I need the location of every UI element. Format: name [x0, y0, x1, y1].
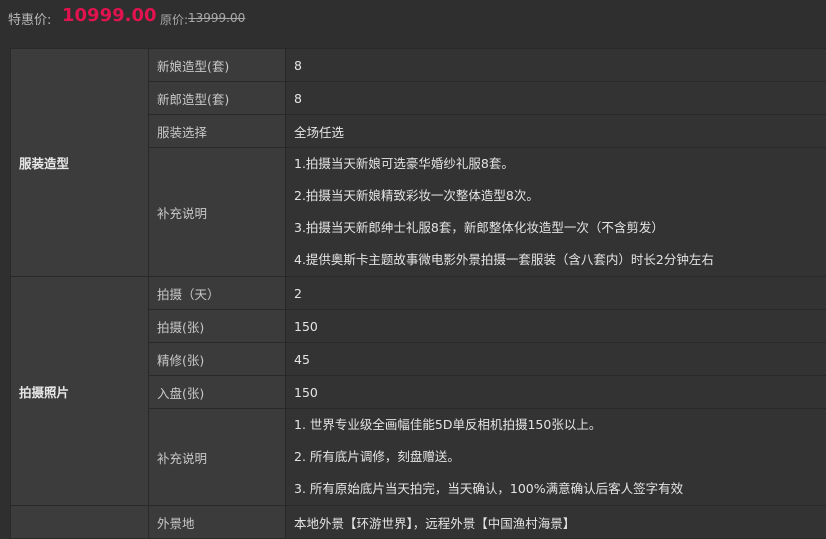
- original-price-value: 13999.00: [188, 11, 245, 25]
- sale-price-value: 10999.00: [62, 5, 157, 26]
- note-line: 4.提供奥斯卡主题故事微电影外景拍摄一套服装（含八套内）时长2分钟左右: [294, 244, 821, 276]
- row-label: 外景地: [149, 506, 286, 539]
- note-line: 3. 所有原始底片当天拍完，当天确认，100%满意确认后客人签字有效: [294, 473, 821, 505]
- notes-label: 补充说明: [149, 409, 286, 506]
- notes-cell: 1.拍摄当天新娘可选豪华婚纱礼服8套。 2.拍摄当天新娘精致彩妆一次整体造型8次…: [286, 148, 826, 277]
- row-value: 2: [286, 277, 826, 310]
- row-label: 新郎造型(套): [149, 82, 286, 115]
- row-value: 8: [286, 49, 826, 82]
- row-value: 8: [286, 82, 826, 115]
- notes-cell: 1. 世界专业级全画幅佳能5D单反相机拍摄150张以上。 2. 所有底片调修，刻…: [286, 409, 826, 506]
- row-label: 拍摄（天）: [149, 277, 286, 310]
- note-line: 2. 所有底片调修，刻盘赠送。: [294, 441, 821, 473]
- note-line: 3.拍摄当天新郎绅士礼服8套，新郎整体化妆造型一次（不含剪发）: [294, 212, 821, 244]
- table-row: 服装造型 新娘造型(套) 8: [11, 49, 826, 82]
- row-label: 新娘造型(套): [149, 49, 286, 82]
- row-value: 45: [286, 343, 826, 376]
- row-value: 150: [286, 310, 826, 343]
- note-line: 1. 世界专业级全画幅佳能5D单反相机拍摄150张以上。: [294, 409, 821, 441]
- package-spec-table: 服装造型 新娘造型(套) 8 新郎造型(套) 8 服装选择 全场任选 补充说明 …: [10, 48, 826, 539]
- row-label: 精修(张): [149, 343, 286, 376]
- row-label: 入盘(张): [149, 376, 286, 409]
- table-row: 外景地 本地外景【环游世界】，远程外景【中国渔村海景】: [11, 506, 826, 539]
- price-bar: 特惠价: 10999.00 原价: 13999.00: [0, 0, 826, 36]
- section-title-costume: 服装造型: [11, 49, 149, 277]
- row-label: 服装选择: [149, 115, 286, 148]
- notes-label: 补充说明: [149, 148, 286, 277]
- row-value: 150: [286, 376, 826, 409]
- original-price-label: 原价:: [160, 11, 188, 28]
- note-line: 2.拍摄当天新娘精致彩妆一次整体造型8次。: [294, 180, 821, 212]
- row-label: 拍摄(张): [149, 310, 286, 343]
- section-title-location: [11, 506, 149, 539]
- row-value: 全场任选: [286, 115, 826, 148]
- section-title-photos: 拍摄照片: [11, 277, 149, 506]
- table-row: 拍摄照片 拍摄（天） 2: [11, 277, 826, 310]
- sale-price-label: 特惠价:: [8, 9, 51, 28]
- note-line: 1.拍摄当天新娘可选豪华婚纱礼服8套。: [294, 148, 821, 180]
- row-value: 本地外景【环游世界】，远程外景【中国渔村海景】: [286, 506, 826, 539]
